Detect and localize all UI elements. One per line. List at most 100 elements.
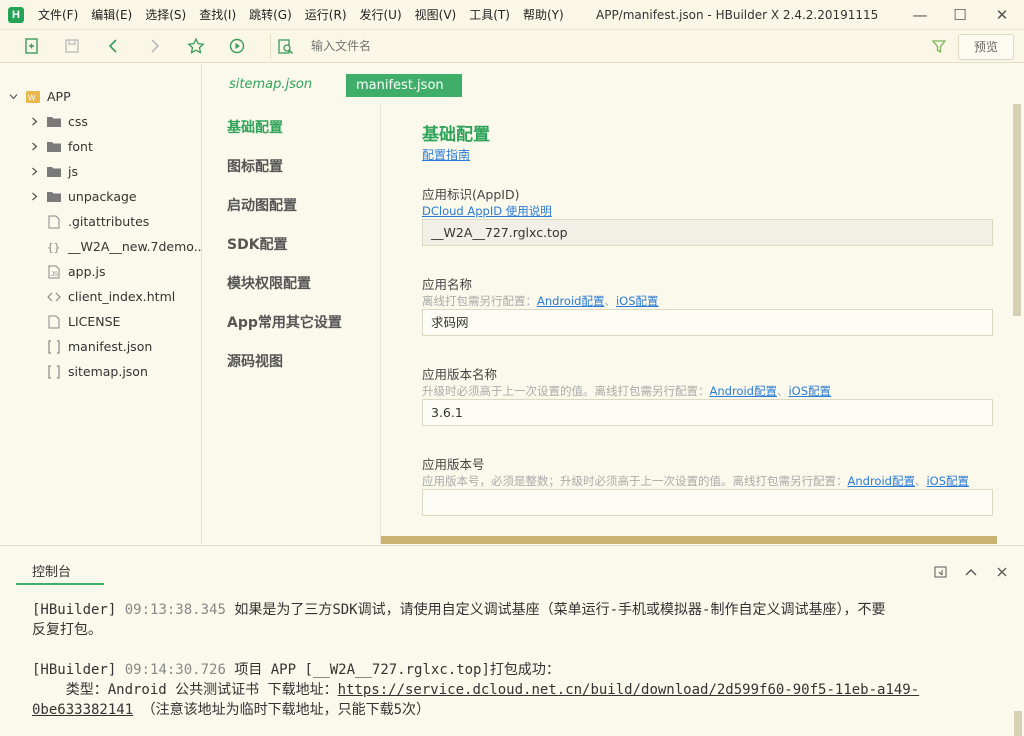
nav-app-other-settings[interactable]: App常用其它设置 (227, 313, 342, 333)
menu-publish[interactable]: 发行(U) (360, 0, 402, 30)
chevron-right-icon (32, 192, 38, 201)
folder-icon (47, 167, 61, 177)
tree-item-css[interactable]: css (0, 109, 200, 134)
version-name-label: 应用版本名称 (422, 367, 498, 382)
menu-help[interactable]: 帮助(Y) (523, 0, 564, 30)
android-config-link[interactable]: Android配置 (537, 294, 604, 308)
download-link[interactable]: https://service.dcloud.net.cn/build/down… (338, 682, 920, 698)
preview-button[interactable]: 预览 (958, 34, 1014, 60)
appid-field[interactable]: __W2A__727.rglxc.top (422, 219, 993, 246)
nav-source-view[interactable]: 源码视图 (227, 352, 283, 372)
horizontal-scrollbar[interactable] (381, 536, 997, 544)
tree-item-unpackage[interactable]: unpackage (0, 184, 200, 209)
tree-item-sitemap[interactable]: sitemap.json (0, 359, 200, 384)
app-name-label: 应用名称 (422, 277, 473, 292)
window-title: APP/manifest.json - HBuilder X 2.4.2.201… (596, 8, 879, 22)
log-prefix: [HBuilder] (32, 662, 117, 678)
tree-item-label: font (68, 139, 93, 154)
maximize-button[interactable]: ☐ (940, 0, 980, 30)
nav-sdk-config[interactable]: SDK配置 (227, 235, 288, 255)
console-scrollbar[interactable] (1014, 711, 1022, 736)
export-log-icon[interactable] (933, 564, 949, 580)
menu-goto[interactable]: 跳转(G) (249, 0, 292, 30)
file-search-input[interactable] (311, 34, 911, 59)
console-output: [HBuilder] 09:13:38.345 如果是为了三方SDK调试，请使用… (32, 600, 1002, 720)
filter-icon[interactable] (930, 37, 948, 55)
download-link-end[interactable]: 0be633382141 (32, 702, 133, 718)
editor-area: sitemap.json manifest.json 基础配置 图标配置 启动图… (203, 64, 1024, 544)
config-guide-link[interactable]: 配置指南 (422, 146, 470, 163)
separator: 、 (604, 294, 616, 308)
file-icon (48, 315, 60, 329)
tree-item-manifest[interactable]: manifest.json (0, 334, 200, 359)
tree-item-label: app.js (68, 264, 106, 279)
toolbar: 预览 (0, 30, 1024, 63)
tree-root-app[interactable]: W APP (0, 84, 200, 109)
tree-root-label: APP (47, 89, 71, 104)
console-panel: 控制台 [HBuilder] 09:13:38.345 如果是为了三方SDK调试… (0, 545, 1024, 736)
hbuilder-logo-icon: H (8, 7, 24, 23)
hint-text: 升级时必须高于上一次设置的值。离线打包需另行配置： (422, 384, 710, 398)
close-icon[interactable] (994, 564, 1010, 580)
star-icon[interactable] (187, 37, 205, 55)
tree-item-label: unpackage (68, 189, 137, 204)
nav-basic-config[interactable]: 基础配置 (227, 118, 283, 138)
appid-help-link[interactable]: DCloud AppID 使用说明 (422, 203, 552, 219)
menu-tools[interactable]: 工具(T) (469, 0, 510, 30)
tree-item-font[interactable]: font (0, 134, 200, 159)
forward-icon[interactable] (145, 37, 163, 55)
ios-config-link[interactable]: iOS配置 (788, 384, 831, 398)
project-explorer: W APP css font js unpackage .gitattribut… (0, 64, 206, 544)
close-button[interactable]: ✕ (982, 0, 1022, 30)
minimize-button[interactable]: — (900, 0, 940, 30)
ios-config-link[interactable]: iOS配置 (616, 294, 659, 308)
save-icon[interactable] (63, 37, 81, 55)
tree-item-client-index[interactable]: client_index.html (0, 284, 200, 309)
config-form: 基础配置 配置指南 应用标识(AppID) DCloud AppID 使用说明 … (422, 104, 1014, 536)
log-line: [HBuilder] 09:14:30.726 项目 APP [__W2A__7… (32, 660, 1002, 680)
chevron-up-icon[interactable] (963, 564, 979, 580)
separator: 、 (776, 384, 789, 398)
tab-console[interactable]: 控制台 (16, 563, 104, 585)
tree-item-license[interactable]: LICENSE (0, 309, 200, 334)
menu-select[interactable]: 选择(S) (145, 0, 186, 30)
tab-manifest[interactable]: manifest.json (346, 74, 462, 97)
ios-config-link[interactable]: iOS配置 (926, 474, 969, 488)
new-file-icon[interactable] (23, 37, 41, 55)
menu-view[interactable]: 视图(V) (415, 0, 457, 30)
editor-scrollbar[interactable] (1013, 104, 1021, 316)
nav-module-permissions[interactable]: 模块权限配置 (227, 274, 311, 294)
menu-find[interactable]: 查找(I) (199, 0, 236, 30)
app-name-field[interactable]: 求码网 (422, 309, 993, 336)
tree-item-label: __W2A__new.7demo... (68, 239, 206, 254)
android-config-link[interactable]: Android配置 (848, 474, 915, 488)
version-code-hint: 应用版本号，必须是整数；升级时必须高于上一次设置的值。离线打包需另行配置：And… (422, 473, 969, 489)
android-config-link[interactable]: Android配置 (710, 384, 777, 398)
tree-item-app-js[interactable]: JS app.js (0, 259, 200, 284)
tree-item-js[interactable]: js (0, 159, 200, 184)
tree-item-w2a-json[interactable]: {} __W2A__new.7demo... (0, 234, 206, 259)
nav-icon-config[interactable]: 图标配置 (227, 157, 283, 177)
log-text: 项目 APP [__W2A__727.rglxc.top]打包成功： (234, 662, 560, 678)
chevron-right-icon (32, 117, 38, 126)
separator: 、 (914, 474, 927, 488)
menu-run[interactable]: 运行(R) (305, 0, 347, 30)
project-icon: W (26, 91, 40, 103)
run-icon[interactable] (228, 37, 246, 55)
menu-edit[interactable]: 编辑(E) (91, 0, 132, 30)
version-code-field[interactable] (422, 489, 993, 516)
tab-sitemap[interactable]: sitemap.json (229, 74, 312, 96)
log-time: 09:14:30.726 (124, 662, 226, 678)
app-name-hint: 离线打包需另行配置：Android配置、iOS配置 (422, 293, 659, 309)
log-prefix: [HBuilder] (32, 602, 117, 618)
menu-bar: 文件(F) 编辑(E) 选择(S) 查找(I) 跳转(G) 运行(R) 发行(U… (38, 0, 577, 30)
folder-icon (47, 117, 61, 127)
folder-icon (47, 192, 61, 202)
back-icon[interactable] (105, 37, 123, 55)
version-name-field[interactable]: 3.6.1 (422, 399, 993, 426)
log-text: 类型：Android 公共测试证书 下载地址： (32, 682, 338, 698)
tree-item-gitattributes[interactable]: .gitattributes (0, 209, 200, 234)
menu-file[interactable]: 文件(F) (38, 0, 78, 30)
nav-splash-config[interactable]: 启动图配置 (227, 196, 297, 216)
tree-item-label: LICENSE (68, 314, 121, 329)
